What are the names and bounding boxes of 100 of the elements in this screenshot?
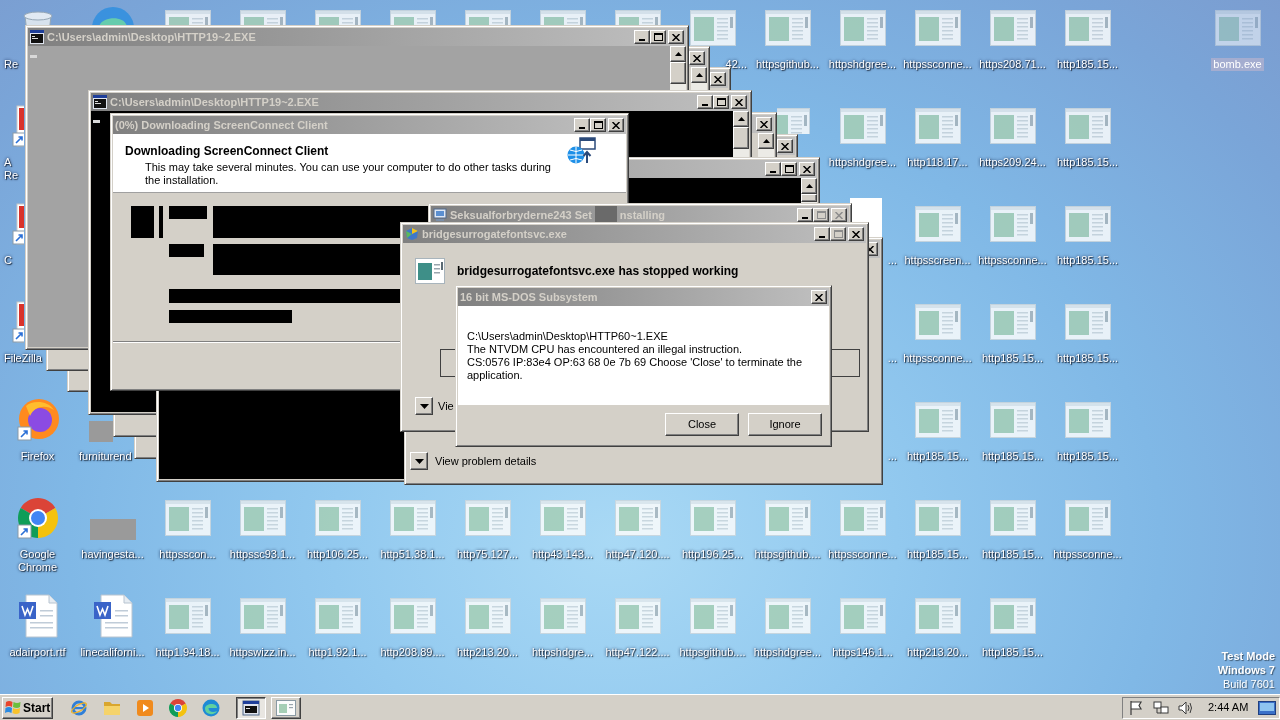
program-icon[interactable] bbox=[989, 108, 1036, 144]
program-icon[interactable] bbox=[164, 500, 211, 536]
close-button[interactable] bbox=[710, 72, 726, 86]
program-icon[interactable] bbox=[614, 598, 661, 634]
details-toggle[interactable] bbox=[415, 397, 433, 415]
program-icon[interactable] bbox=[1064, 108, 1111, 144]
program-icon[interactable] bbox=[314, 598, 361, 634]
program-icon[interactable] bbox=[764, 500, 811, 536]
program-icon[interactable] bbox=[614, 500, 661, 536]
program-icon[interactable] bbox=[164, 10, 211, 25]
program-icon[interactable] bbox=[539, 598, 586, 634]
close-button[interactable] bbox=[799, 162, 815, 176]
dialog-button[interactable]: Ignore bbox=[748, 413, 822, 436]
scroll-up-button[interactable] bbox=[670, 46, 686, 62]
program-icon[interactable] bbox=[464, 500, 511, 536]
program-icon[interactable] bbox=[764, 598, 811, 634]
minimize-button[interactable] bbox=[697, 95, 713, 109]
scroll-up-button[interactable] bbox=[801, 178, 817, 194]
maximize-button[interactable] bbox=[781, 162, 797, 176]
media-player-icon[interactable] bbox=[136, 698, 154, 717]
program-icon[interactable] bbox=[689, 598, 736, 634]
details-toggle[interactable] bbox=[410, 452, 428, 470]
program-icon[interactable] bbox=[914, 598, 961, 634]
program-icon[interactable] bbox=[914, 304, 961, 340]
dialog-button[interactable]: Close bbox=[665, 413, 739, 436]
close-button[interactable] bbox=[811, 290, 827, 304]
close-button[interactable] bbox=[731, 95, 747, 109]
program-icon[interactable] bbox=[239, 10, 286, 25]
document-icon[interactable] bbox=[17, 594, 58, 638]
program-icon[interactable] bbox=[989, 304, 1036, 340]
program-icon[interactable] bbox=[914, 402, 961, 438]
speaker-icon[interactable] bbox=[1178, 699, 1194, 716]
program-icon[interactable] bbox=[989, 206, 1036, 242]
program-icon[interactable] bbox=[839, 10, 886, 46]
network-icon[interactable] bbox=[1153, 699, 1169, 716]
program-icon[interactable] bbox=[914, 108, 961, 144]
program-icon[interactable] bbox=[464, 598, 511, 634]
program-icon[interactable] bbox=[989, 500, 1036, 536]
scroll-up-button[interactable] bbox=[691, 67, 707, 83]
show-desktop-icon[interactable] bbox=[1258, 700, 1276, 715]
close-button[interactable] bbox=[777, 139, 793, 153]
program-icon[interactable] bbox=[239, 598, 286, 634]
close-button[interactable] bbox=[689, 51, 705, 65]
browser-icon[interactable] bbox=[70, 698, 88, 717]
document-icon[interactable] bbox=[92, 594, 133, 638]
minimize-button[interactable] bbox=[814, 227, 830, 241]
program-icon[interactable] bbox=[314, 10, 361, 25]
program-icon[interactable] bbox=[164, 598, 211, 634]
program-icon[interactable] bbox=[239, 500, 286, 536]
program-icon[interactable] bbox=[914, 500, 961, 536]
program-icon[interactable] bbox=[1064, 402, 1111, 438]
program-icon[interactable] bbox=[314, 500, 361, 536]
browser-icon[interactable] bbox=[15, 398, 60, 442]
flag-icon[interactable] bbox=[1128, 699, 1144, 716]
browser-icon[interactable] bbox=[169, 698, 187, 717]
program-icon[interactable] bbox=[464, 10, 511, 25]
program-icon[interactable] bbox=[839, 598, 886, 634]
minimize-button[interactable] bbox=[634, 30, 650, 44]
clock[interactable]: 2:44 AM bbox=[1208, 701, 1249, 714]
program-icon[interactable] bbox=[389, 10, 436, 25]
close-button[interactable] bbox=[848, 227, 864, 241]
program-icon[interactable] bbox=[839, 500, 886, 536]
close-button[interactable] bbox=[608, 118, 624, 132]
scroll-up-button[interactable] bbox=[733, 111, 749, 127]
task-button[interactable] bbox=[236, 696, 266, 719]
program-icon[interactable] bbox=[1064, 304, 1111, 340]
program-icon[interactable] bbox=[539, 10, 586, 25]
scroll-up-button[interactable] bbox=[758, 133, 774, 149]
start-button[interactable]: Start bbox=[2, 696, 53, 719]
maximize-button[interactable] bbox=[590, 118, 606, 132]
close-button[interactable] bbox=[756, 117, 772, 131]
program-icon[interactable] bbox=[989, 598, 1036, 634]
program-icon[interactable] bbox=[914, 10, 961, 46]
close-button[interactable] bbox=[668, 30, 684, 44]
program-icon[interactable] bbox=[539, 500, 586, 536]
browser-icon[interactable] bbox=[202, 698, 220, 717]
program-icon[interactable] bbox=[764, 10, 811, 46]
maximize-button[interactable] bbox=[650, 30, 666, 44]
program-icon[interactable] bbox=[1064, 206, 1111, 242]
program-icon[interactable] bbox=[614, 10, 661, 25]
thumbnail-icon[interactable] bbox=[89, 421, 113, 442]
program-icon[interactable] bbox=[689, 500, 736, 536]
program-icon[interactable] bbox=[839, 108, 886, 144]
thumbnail-icon[interactable] bbox=[89, 519, 136, 540]
program-icon[interactable] bbox=[389, 500, 436, 536]
minimize-button[interactable] bbox=[765, 162, 781, 176]
program-icon[interactable] bbox=[1064, 10, 1111, 46]
minimize-button[interactable] bbox=[574, 118, 590, 132]
program-icon[interactable] bbox=[914, 206, 961, 242]
maximize-button[interactable] bbox=[713, 95, 729, 109]
program-icon[interactable] bbox=[1214, 10, 1261, 46]
minimize-button[interactable] bbox=[797, 208, 813, 222]
program-icon[interactable] bbox=[389, 598, 436, 634]
scroll-thumb[interactable] bbox=[670, 62, 686, 84]
program-icon[interactable] bbox=[989, 402, 1036, 438]
scroll-thumb[interactable] bbox=[801, 194, 817, 202]
browser-icon[interactable] bbox=[15, 496, 60, 540]
scroll-thumb[interactable] bbox=[733, 127, 749, 149]
program-icon[interactable] bbox=[1064, 500, 1111, 536]
program-icon[interactable] bbox=[989, 10, 1036, 46]
